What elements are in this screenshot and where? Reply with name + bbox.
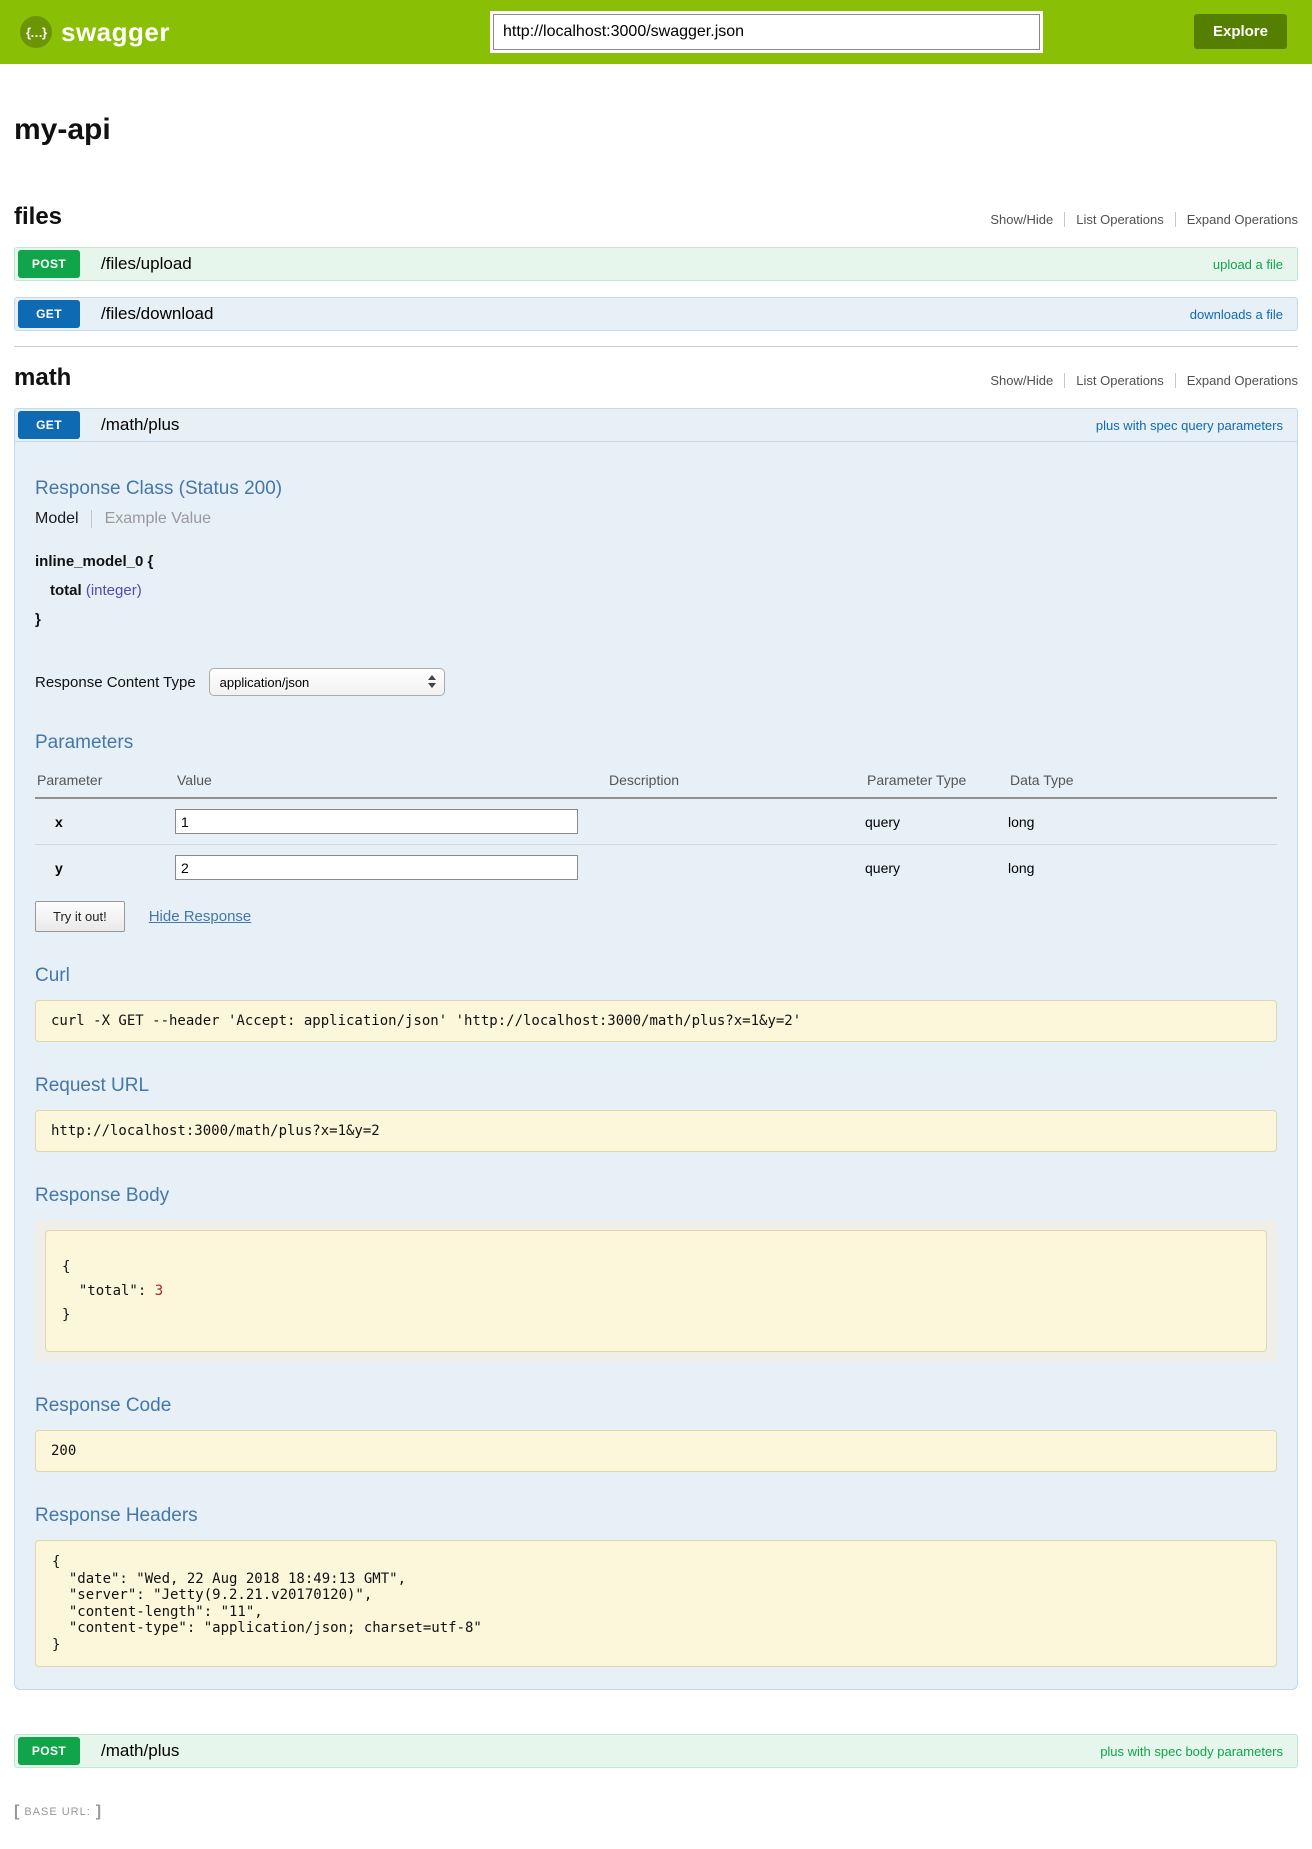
- response-headers-box: { "date": "Wed, 22 Aug 2018 18:49:13 GMT…: [35, 1540, 1277, 1667]
- operation-path-link[interactable]: /math/plus: [101, 415, 179, 435]
- tab-model[interactable]: Model: [35, 510, 91, 528]
- top-bar: {…} swagger Explore: [0, 0, 1312, 64]
- col-header-parameter-type: Parameter Type: [865, 772, 1008, 788]
- resource-section-files: files Show/Hide List Operations Expand O…: [14, 203, 1298, 347]
- operation-detail-panel: Response Class (Status 200) Model Exampl…: [14, 442, 1298, 1690]
- operation-summary-link[interactable]: plus with spec query parameters: [1096, 418, 1283, 433]
- operation-path-link[interactable]: /files/upload: [101, 254, 192, 274]
- response-code-heading: Response Code: [35, 1395, 1277, 1417]
- col-header-description: Description: [607, 772, 865, 788]
- operation-row[interactable]: POST /math/plus plus with spec body para…: [14, 1734, 1298, 1768]
- response-code-box: 200: [35, 1430, 1277, 1472]
- operation-get-files-download: GET /files/download downloads a file: [14, 297, 1298, 331]
- parameter-data-type: long: [1008, 860, 1277, 876]
- operation-summary-link[interactable]: downloads a file: [1190, 307, 1283, 322]
- method-badge[interactable]: POST: [18, 250, 80, 278]
- section-controls: Show/Hide List Operations Expand Operati…: [979, 212, 1298, 227]
- section-controls: Show/Hide List Operations Expand Operati…: [979, 373, 1298, 388]
- parameter-x-input[interactable]: [175, 809, 578, 834]
- curl-heading: Curl: [35, 965, 1277, 987]
- response-content-type-label: Response Content Type: [35, 674, 196, 691]
- footer-open-bracket: [: [14, 1803, 19, 1821]
- method-badge[interactable]: POST: [18, 1737, 80, 1765]
- operation-get-math-plus: GET /math/plus plus with spec query para…: [14, 408, 1298, 1690]
- parameter-name: x: [35, 814, 175, 830]
- page-title: my-api: [14, 113, 1298, 147]
- footer-close-bracket: ]: [96, 1803, 101, 1821]
- section-divider: [14, 346, 1298, 347]
- col-header-data-type: Data Type: [1008, 772, 1277, 788]
- response-body-heading: Response Body: [35, 1185, 1277, 1207]
- parameter-name: y: [35, 860, 175, 876]
- parameter-type: query: [865, 814, 1008, 830]
- try-it-out-button[interactable]: Try it out!: [35, 901, 125, 932]
- method-badge[interactable]: GET: [18, 411, 80, 439]
- curl-command-box: curl -X GET --header 'Accept: applicatio…: [35, 1000, 1277, 1042]
- operation-path-link[interactable]: /math/plus: [101, 1741, 179, 1761]
- operation-summary-link[interactable]: upload a file: [1213, 257, 1283, 272]
- response-body-wrapper: { "total": 3 }: [35, 1220, 1277, 1362]
- operation-row[interactable]: GET /files/download downloads a file: [14, 297, 1298, 331]
- response-content-type-select[interactable]: application/json: [209, 668, 445, 696]
- tab-example-value[interactable]: Example Value: [91, 510, 211, 528]
- model-property-name: total: [50, 582, 82, 599]
- model-signature: inline_model_0 { total (integer) }: [35, 547, 1277, 634]
- request-url-heading: Request URL: [35, 1075, 1277, 1097]
- response-body-box: { "total": 3 }: [45, 1230, 1267, 1352]
- section-title-files[interactable]: files: [14, 203, 62, 231]
- operation-summary-link[interactable]: plus with spec body parameters: [1100, 1744, 1283, 1759]
- parameter-type: query: [865, 860, 1008, 876]
- col-header-parameter: Parameter: [35, 772, 175, 788]
- json-number-value: 3: [155, 1283, 163, 1299]
- operation-path-link[interactable]: /files/download: [101, 304, 213, 324]
- swagger-logo-icon: {…}: [20, 16, 52, 48]
- resource-section-math: math Show/Hide List Operations Expand Op…: [14, 364, 1298, 1768]
- method-badge[interactable]: GET: [18, 300, 80, 328]
- base-url-footer: [ BASE URL: ]: [14, 1803, 1298, 1821]
- operation-row[interactable]: GET /math/plus plus with spec query para…: [14, 408, 1298, 442]
- brand-title: swagger: [61, 17, 170, 48]
- list-operations-link[interactable]: List Operations: [1064, 212, 1174, 227]
- expand-operations-link[interactable]: Expand Operations: [1175, 373, 1298, 388]
- model-property-type: (integer): [86, 582, 142, 599]
- base-url-label: BASE URL:: [24, 1806, 90, 1818]
- parameter-row-x: x query long: [35, 799, 1277, 845]
- swagger-brand-link[interactable]: {…} swagger: [20, 0, 170, 64]
- parameters-table-header: Parameter Value Description Parameter Ty…: [35, 766, 1277, 799]
- parameters-table: Parameter Value Description Parameter Ty…: [35, 766, 1277, 890]
- parameter-row-y: y query long: [35, 845, 1277, 890]
- operation-post-files-upload: POST /files/upload upload a file: [14, 247, 1298, 281]
- parameter-data-type: long: [1008, 814, 1277, 830]
- expand-operations-link[interactable]: Expand Operations: [1175, 212, 1298, 227]
- response-class-heading: Response Class (Status 200): [35, 478, 1277, 500]
- spec-url-input[interactable]: [493, 14, 1040, 50]
- col-header-value: Value: [175, 772, 607, 788]
- parameters-heading: Parameters: [35, 732, 1277, 754]
- parameter-y-input[interactable]: [175, 855, 578, 880]
- request-url-box: http://localhost:3000/math/plus?x=1&y=2: [35, 1110, 1277, 1152]
- explore-button[interactable]: Explore: [1194, 14, 1287, 49]
- response-headers-heading: Response Headers: [35, 1505, 1277, 1527]
- hide-response-link[interactable]: Hide Response: [149, 908, 252, 925]
- model-tabs: Model Example Value: [35, 510, 1277, 528]
- list-operations-link[interactable]: List Operations: [1064, 373, 1174, 388]
- section-title-math[interactable]: math: [14, 364, 71, 392]
- operation-row[interactable]: POST /files/upload upload a file: [14, 247, 1298, 281]
- model-close-line: }: [35, 605, 1277, 634]
- json-text: }: [62, 1307, 70, 1323]
- operation-post-math-plus: POST /math/plus plus with spec body para…: [14, 1734, 1298, 1768]
- json-text: { "total":: [62, 1259, 155, 1299]
- show-hide-link[interactable]: Show/Hide: [979, 373, 1064, 388]
- model-open-line: inline_model_0 {: [35, 547, 1277, 576]
- show-hide-link[interactable]: Show/Hide: [979, 212, 1064, 227]
